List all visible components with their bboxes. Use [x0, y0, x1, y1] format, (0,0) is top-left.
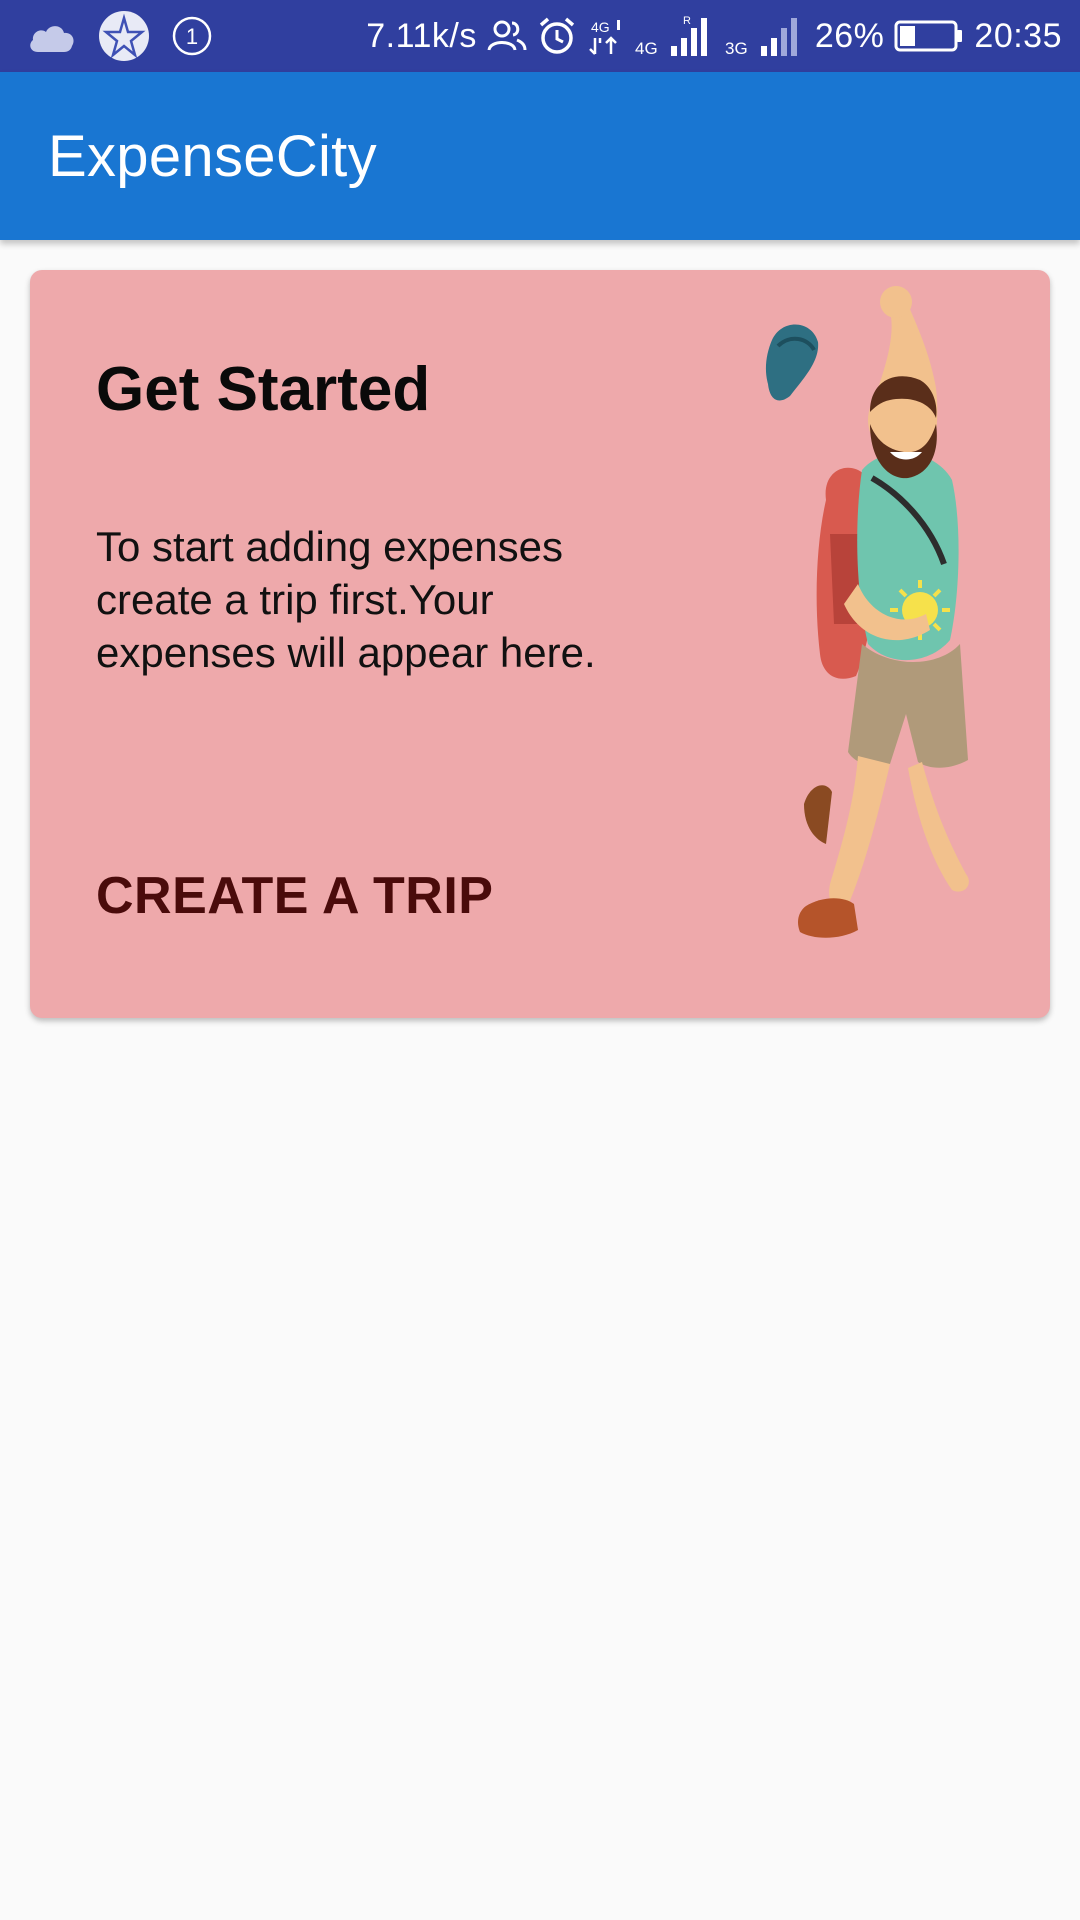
svg-text:R: R: [683, 15, 691, 27]
card-body-text: To start adding expenses create a trip f…: [96, 523, 596, 676]
jumping-hiker-illustration: [765, 286, 969, 938]
network-4g-label: 4G: [635, 39, 658, 58]
network-3g-label: 3G: [725, 39, 748, 58]
status-bar-right: 7.11k/s 4G 4G R 3G 26% 20:35: [366, 14, 1062, 58]
battery-icon: [894, 19, 964, 53]
status-bar: 1 7.11k/s 4G 4G R 3G 26% 20:35: [0, 0, 1080, 72]
card-title: Get Started: [96, 355, 431, 424]
signal-3g-icon: 3G: [725, 14, 805, 58]
net-speed: 7.11k/s: [366, 16, 477, 55]
notification-count: 1: [186, 24, 198, 49]
app-title: ExpenseCity: [48, 123, 377, 189]
alarm-icon: [537, 16, 577, 56]
clock-time: 20:35: [974, 16, 1062, 55]
create-trip-button[interactable]: CREATE A TRIP: [96, 866, 493, 926]
weather-cloud-icon: [26, 16, 78, 56]
data-transfer-icon: 4G: [587, 16, 625, 56]
notification-count-icon: 1: [170, 14, 214, 58]
contacts-icon: [487, 18, 527, 54]
svg-text:4G: 4G: [591, 19, 610, 35]
battery-percent: 26%: [814, 16, 885, 55]
app-bar: ExpenseCity: [0, 72, 1080, 240]
status-bar-left: 1: [26, 10, 214, 62]
get-started-card: Get Started To start adding expenses cre…: [30, 270, 1050, 1018]
signal-4g-icon: 4G R: [635, 14, 715, 58]
app-star-icon: [98, 10, 150, 62]
